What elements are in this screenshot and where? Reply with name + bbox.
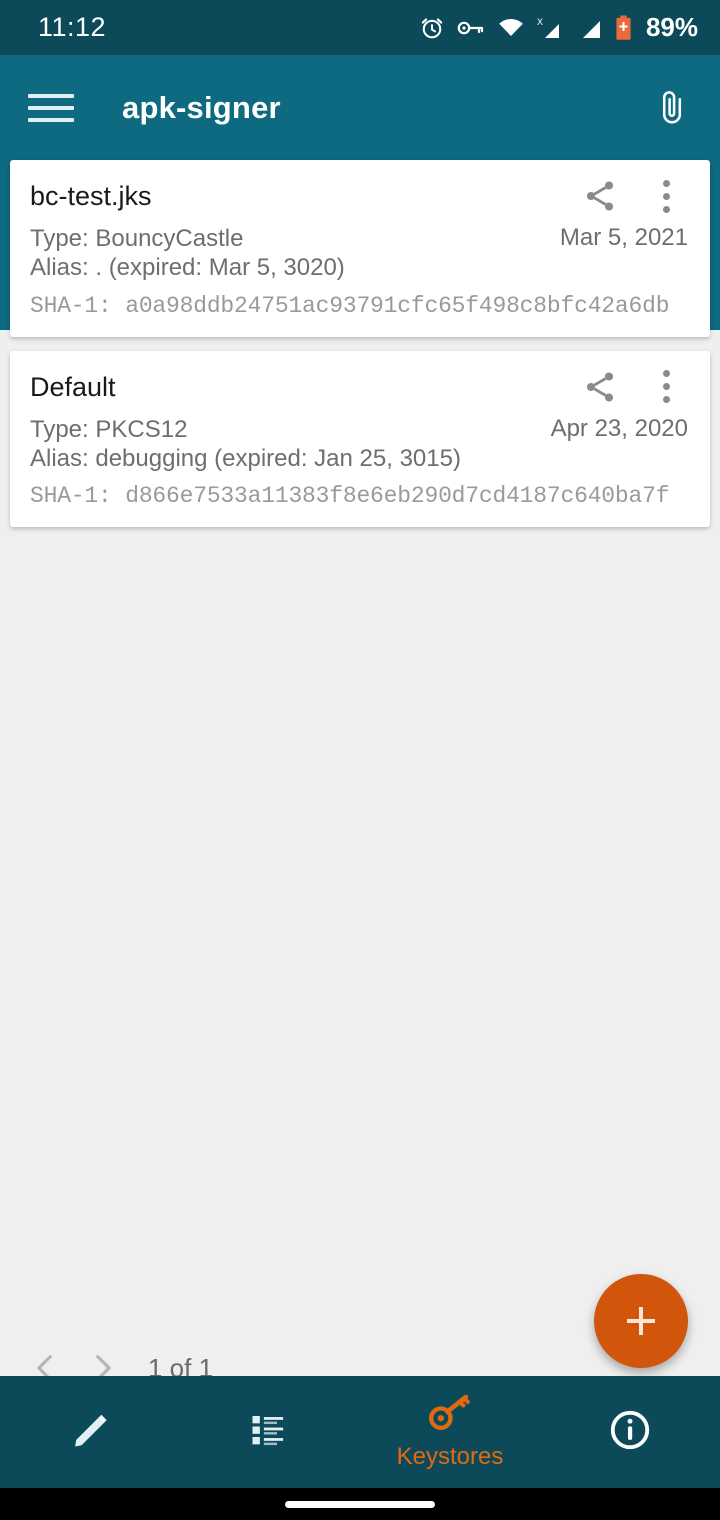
vpn-key-icon (457, 18, 485, 38)
signal-x-icon: X (537, 16, 567, 40)
keystore-card[interactable]: Default Apr 23, 2020 Type: PKCS12 Alias:… (10, 350, 710, 528)
plus-icon (624, 1304, 658, 1338)
nav-item-editor[interactable] (0, 1376, 180, 1488)
share-icon[interactable] (580, 367, 620, 407)
bottom-navigation: Keystores (0, 1376, 720, 1488)
keystore-card-body: Apr 23, 2020 Type: PKCS12 Alias: debuggi… (30, 415, 690, 510)
nav-item-info[interactable] (540, 1376, 720, 1488)
svg-text:X: X (537, 17, 543, 27)
keystore-alias: Alias: debugging (expired: Jan 25, 3015) (30, 444, 461, 472)
wifi-icon (497, 17, 525, 39)
nav-item-list[interactable] (180, 1376, 360, 1488)
keystore-alias: Alias: . (expired: Mar 5, 3020) (30, 254, 345, 282)
nav-item-keystores[interactable]: Keystores (360, 1376, 540, 1488)
keystore-sha1: SHA-1: a0a98ddb24751ac93791cfc65f498c8bf… (30, 292, 670, 319)
gesture-navigation-bar (0, 1488, 720, 1520)
keystore-card-header: bc-test.jks (30, 176, 690, 216)
keystore-card-actions (580, 367, 690, 407)
more-vertical-icon[interactable] (646, 176, 686, 216)
list-icon (249, 1409, 291, 1456)
home-gesture-pill[interactable] (285, 1500, 435, 1508)
paperclip-icon[interactable] (648, 84, 696, 132)
phone-screen: 11:12 X 89% apk-signer bc-test.jks Mar 5… (0, 0, 720, 1520)
battery-percent-label: 89% (645, 12, 698, 42)
info-icon (608, 1408, 652, 1457)
battery-icon (615, 15, 632, 41)
keystore-date: Apr 23, 2020 (550, 414, 688, 442)
more-vertical-icon[interactable] (646, 367, 686, 407)
share-icon[interactable] (580, 176, 620, 216)
keystore-list: bc-test.jks Mar 5, 2021 Type: BouncyCast… (0, 160, 720, 541)
status-bar-clock: 11:12 (38, 12, 107, 42)
keystore-sha1: SHA-1: d866e7533a11383f8e6eb290d7cd4187c… (30, 483, 670, 510)
signal-icon (579, 16, 603, 40)
keystore-card-header: Default (30, 367, 690, 407)
keystore-name: bc-test.jks (30, 181, 152, 211)
key-icon (428, 1394, 472, 1439)
keystore-card-actions (580, 176, 690, 216)
add-keystore-fab[interactable] (594, 1274, 688, 1368)
nav-item-keystores-label: Keystores (396, 1442, 504, 1470)
keystore-date: Mar 5, 2021 (559, 224, 688, 251)
page-title: apk-signer (122, 89, 281, 125)
keystore-card-body: Mar 5, 2021 Type: BouncyCastle Alias: . … (30, 224, 690, 319)
keystore-name: Default (30, 371, 116, 402)
alarm-icon (419, 15, 445, 41)
keystore-card[interactable]: bc-test.jks Mar 5, 2021 Type: BouncyCast… (10, 160, 710, 337)
hamburger-menu-icon[interactable] (28, 85, 74, 131)
pencil-icon (68, 1408, 112, 1457)
status-bar: 11:12 X 89% (0, 0, 720, 55)
status-bar-icons: X 89% (419, 12, 698, 43)
